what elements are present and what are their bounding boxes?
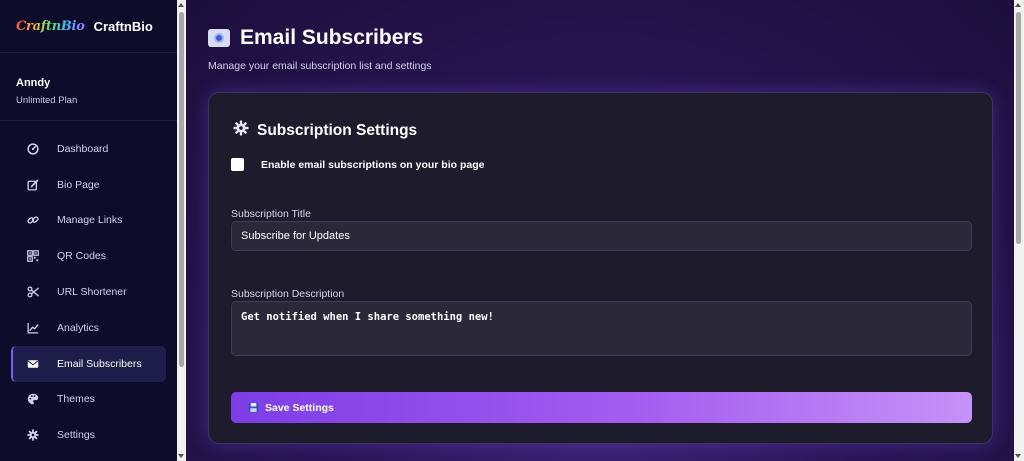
chart-line-icon xyxy=(27,322,39,334)
user-plan: Unlimited Plan xyxy=(16,95,78,106)
scroll-up-arrow[interactable] xyxy=(1015,3,1021,7)
scroll-up-arrow[interactable] xyxy=(178,3,184,7)
main-content: Email Subscribers Manage your email subs… xyxy=(186,0,1014,461)
sidebar-item-qr-codes[interactable]: QR Codes xyxy=(11,238,166,274)
page-subtitle: Manage your email subscription list and … xyxy=(208,60,432,72)
palette-icon xyxy=(27,393,39,405)
page-scrollbar[interactable] xyxy=(1014,0,1024,461)
sidebar-nav: Dashboard Bio Page Manage Links QR Codes xyxy=(0,121,177,453)
email-badge-icon xyxy=(208,29,230,47)
envelope-icon xyxy=(27,358,39,370)
user-name: Anndy xyxy=(16,77,51,89)
page-scrollbar-thumb[interactable] xyxy=(1016,12,1021,244)
brand[interactable]: CraftnBio CraftnBio xyxy=(0,0,177,53)
subscription-title-input[interactable] xyxy=(231,221,972,251)
enable-subscriptions-row: Enable email subscriptions on your bio p… xyxy=(231,158,484,171)
sidebar-item-label: Settings xyxy=(57,429,95,442)
user-profile: Anndy Unlimited Plan xyxy=(0,53,177,121)
brand-logo: CraftnBio xyxy=(16,18,85,34)
scroll-down-arrow[interactable] xyxy=(178,454,184,458)
sidebar-item-bio-page[interactable]: Bio Page xyxy=(11,167,166,203)
card-title: Subscription Settings xyxy=(257,121,418,139)
sidebar-item-label: Analytics xyxy=(57,321,100,334)
scroll-down-arrow[interactable] xyxy=(1015,454,1021,458)
sidebar-item-dashboard[interactable]: Dashboard xyxy=(11,131,166,167)
sidebar-scrollbar-thumb[interactable] xyxy=(179,12,184,367)
subscription-description-wrapper: Get notified when I share something new! xyxy=(209,301,994,356)
subscription-settings-card: Subscription Settings Enable email subsc… xyxy=(208,92,993,444)
sidebar-item-label: URL Shortener xyxy=(57,286,127,299)
sidebar-item-settings[interactable]: Settings xyxy=(11,417,166,453)
brand-name: CraftnBio xyxy=(93,18,153,34)
enable-subscriptions-label[interactable]: Enable email subscriptions on your bio p… xyxy=(261,159,484,171)
sidebar-item-themes[interactable]: Themes xyxy=(11,382,166,418)
page-title: Email Subscribers xyxy=(240,26,424,49)
sidebar-item-label: Themes xyxy=(57,393,95,406)
floppy-disk-icon xyxy=(248,402,259,413)
sidebar-item-url-shortener[interactable]: URL Shortener xyxy=(11,274,166,310)
gear-icon xyxy=(233,120,249,141)
subscription-title-label: Subscription Title xyxy=(231,208,311,220)
sidebar-item-manage-links[interactable]: Manage Links xyxy=(11,203,166,239)
subscription-description-label: Subscription Description xyxy=(231,288,345,300)
save-settings-button[interactable]: Save Settings xyxy=(231,392,972,423)
sidebar-scrollbar[interactable] xyxy=(177,0,186,461)
link-icon xyxy=(27,214,39,226)
enable-subscriptions-checkbox[interactable] xyxy=(231,158,244,171)
sidebar-item-label: Bio Page xyxy=(57,178,100,191)
dashboard-icon xyxy=(27,143,39,155)
gear-icon xyxy=(27,429,39,441)
subscription-description-input[interactable]: Get notified when I share something new! xyxy=(231,301,972,356)
sidebar-item-label: Email Subscribers xyxy=(57,357,142,370)
sidebar-item-email-subscribers[interactable]: Email Subscribers xyxy=(11,345,166,382)
qr-code-icon xyxy=(27,250,39,263)
page-header: Email Subscribers Manage your email subs… xyxy=(208,26,432,72)
sidebar-item-label: QR Codes xyxy=(57,250,107,263)
save-settings-label: Save Settings xyxy=(265,401,334,414)
sidebar: CraftnBio CraftnBio Anndy Unlimited Plan… xyxy=(0,0,177,461)
app-window: CraftnBio CraftnBio Anndy Unlimited Plan… xyxy=(0,0,1024,461)
sidebar-item-label: Dashboard xyxy=(57,142,109,155)
sidebar-item-label: Manage Links xyxy=(57,214,123,227)
scissors-icon xyxy=(27,286,39,298)
sidebar-item-analytics[interactable]: Analytics xyxy=(11,310,166,346)
edit-icon xyxy=(27,179,39,191)
page-title-row: Email Subscribers xyxy=(208,26,432,50)
card-header: Subscription Settings xyxy=(233,120,417,141)
